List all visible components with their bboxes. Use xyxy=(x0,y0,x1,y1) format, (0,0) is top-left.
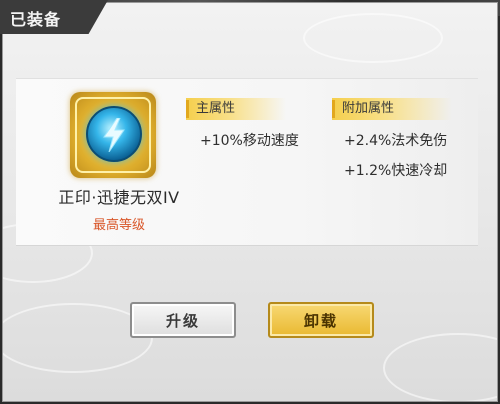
extra-attribute-heading: 附加属性 xyxy=(332,98,452,120)
main-attribute-heading: 主属性 xyxy=(186,98,286,120)
lightning-orb-emblem-icon xyxy=(86,106,142,162)
item-level-status: 最高等级 xyxy=(92,218,145,233)
cloud-decoration xyxy=(383,333,497,401)
main-attribute-value: +10%移动速度 xyxy=(200,133,299,149)
cloud-decoration xyxy=(303,13,443,63)
panel-title: 已装备 xyxy=(10,10,62,29)
extra-attribute-value: +1.2%快速冷却 xyxy=(344,163,448,179)
lightning-bolt-icon xyxy=(103,118,125,152)
extra-attribute-value: +2.4%法术免伤 xyxy=(344,133,448,149)
unequip-button[interactable]: 卸载 xyxy=(268,302,374,338)
upgrade-button[interactable]: 升级 xyxy=(130,302,236,338)
item-name: 正印·迅捷无双IV xyxy=(58,188,180,207)
